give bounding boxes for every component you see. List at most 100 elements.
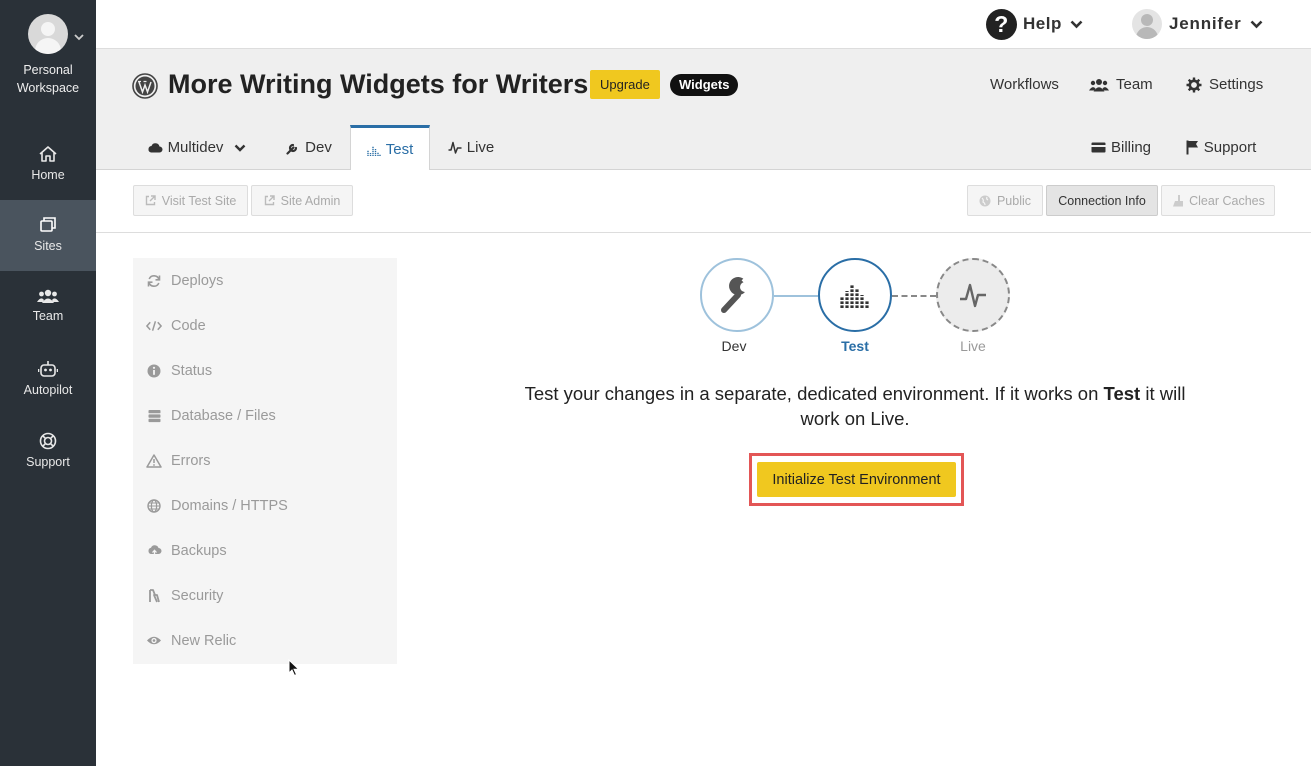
pipeline-test-node[interactable] (818, 258, 892, 332)
code-icon (146, 320, 162, 331)
globe-icon (147, 498, 161, 513)
nav-autopilot-label: Autopilot (23, 383, 73, 397)
side-menu-deploys[interactable]: Deploys (133, 258, 397, 303)
nav-home[interactable]: Home (0, 129, 96, 200)
tab-live[interactable]: Live (444, 125, 498, 170)
equalizer-icon (840, 285, 869, 308)
workspace-avatar[interactable] (28, 14, 68, 54)
clear-caches-button[interactable]: Clear Caches (1161, 185, 1275, 216)
top-bar: ? Help Jennifer (96, 0, 1311, 49)
robot-icon (38, 361, 58, 377)
tab-dev[interactable]: Dev (282, 125, 336, 170)
side-menu-backups[interactable]: Backups (133, 528, 397, 573)
refresh-icon (147, 274, 161, 287)
nav-sites-label: Sites (34, 239, 62, 253)
env-toolbar: Visit Test Site Site Admin Public Connec… (96, 170, 1311, 233)
pipeline-live-label: Live (960, 338, 986, 354)
pulse-icon (448, 141, 462, 154)
broom-icon (1173, 195, 1184, 207)
site-admin-button[interactable]: Site Admin (251, 185, 353, 216)
workflows-link[interactable]: Workflows (990, 76, 1059, 93)
cloud-icon (148, 143, 163, 153)
settings-link[interactable]: Settings (1186, 76, 1263, 93)
user-name: Jennifer (1169, 14, 1242, 33)
connection-info-label: Connection Info (1058, 193, 1146, 208)
side-menu-security[interactable]: Security (133, 573, 397, 618)
side-menu-database-files-label: Database / Files (171, 407, 276, 424)
team-link[interactable]: Team (1089, 76, 1153, 93)
team-label: Team (1116, 76, 1153, 93)
pipeline-dev-node[interactable] (700, 258, 774, 332)
tab-multidev[interactable]: Multidev (146, 125, 252, 170)
env-side-menu: Deploys Code Status Database / Files Err… (133, 258, 397, 664)
pipeline-dev-label: Dev (721, 338, 747, 354)
eye-icon (147, 636, 161, 645)
wrench-icon (721, 277, 752, 313)
nav-sites[interactable]: Sites (0, 200, 96, 271)
pipeline-live-node[interactable] (936, 258, 1010, 332)
user-menu[interactable]: Jennifer (1132, 8, 1263, 40)
side-menu-status[interactable]: Status (133, 348, 397, 393)
page-title: More Writing Widgets for Writers (168, 69, 589, 99)
wordpress-icon (132, 73, 158, 99)
settings-label: Settings (1209, 76, 1264, 93)
workspace-switcher[interactable]: Personal Workspace (0, 14, 96, 97)
tab-test-label: Test (385, 141, 414, 158)
side-menu-security-label: Security (171, 587, 224, 604)
pipeline-connector (774, 295, 818, 297)
side-menu-errors[interactable]: Errors (133, 438, 397, 483)
chevron-down-icon (235, 144, 246, 152)
connection-info-button[interactable]: Connection Info (1046, 185, 1158, 216)
side-menu-domains-https[interactable]: Domains / HTTPS (133, 483, 397, 528)
initialize-test-environment-button[interactable]: Initialize Test Environment (757, 462, 956, 497)
side-menu-domains-https-label: Domains / HTTPS (171, 497, 288, 514)
workspace-label: Personal Workspace (16, 63, 80, 95)
visit-site-label: Visit Test Site (161, 193, 237, 208)
pipeline-test-label: Test (841, 338, 869, 354)
side-menu-status-label: Status (171, 362, 213, 379)
upgrade-badge[interactable]: Upgrade (590, 70, 660, 99)
public-label: Public (996, 193, 1032, 208)
support-link[interactable]: Support (1184, 125, 1258, 170)
warning-icon (146, 453, 162, 468)
side-menu-new-relic[interactable]: New Relic (133, 618, 397, 663)
public-button[interactable]: Public (967, 185, 1043, 216)
site-header: More Writing Widgets for Writers Upgrade… (96, 49, 1311, 171)
flag-icon (1186, 140, 1198, 155)
info-icon (147, 364, 161, 377)
side-menu-deploys-label: Deploys (171, 272, 224, 289)
chevron-down-icon (1070, 20, 1083, 28)
tab-dev-label: Dev (305, 139, 332, 156)
help-menu[interactable]: ? Help (986, 8, 1083, 40)
nav-autopilot[interactable]: Autopilot (0, 344, 96, 415)
pulse-icon (960, 283, 986, 308)
external-link-icon (145, 195, 156, 206)
globe-icon (979, 195, 991, 206)
billing-link[interactable]: Billing (1089, 125, 1153, 170)
tab-live-label: Live (466, 139, 495, 156)
side-menu-database-files[interactable]: Database / Files (133, 393, 397, 438)
nav-support[interactable]: Support (0, 416, 96, 487)
desc-emphasis: Test (1103, 383, 1141, 404)
plan-badge: Widgets (670, 74, 739, 96)
clear-caches-label: Clear Caches (1189, 193, 1265, 208)
nav-team[interactable]: Team (0, 272, 96, 343)
site-admin-label: Site Admin (280, 193, 341, 208)
support-label: Support (1203, 139, 1257, 156)
nav-home-label: Home (31, 168, 65, 182)
side-menu-errors-label: Errors (171, 452, 211, 469)
side-menu-code[interactable]: Code (133, 303, 397, 348)
side-menu-new-relic-label: New Relic (171, 632, 237, 649)
visit-site-button[interactable]: Visit Test Site (133, 185, 248, 216)
tab-test[interactable]: Test (350, 125, 430, 171)
nav-team-label: Team (32, 309, 64, 323)
sites-icon (40, 217, 56, 232)
desc-text: Test your changes in a separate, dedicat… (524, 383, 1104, 404)
side-menu-code-label: Code (171, 317, 206, 334)
equalizer-icon (367, 145, 381, 156)
workflows-label: Workflows (990, 76, 1059, 93)
database-icon (148, 409, 160, 422)
chevron-down-icon[interactable] (74, 32, 84, 42)
mouse-cursor-icon (288, 659, 300, 677)
question-icon: ? (986, 8, 1017, 40)
